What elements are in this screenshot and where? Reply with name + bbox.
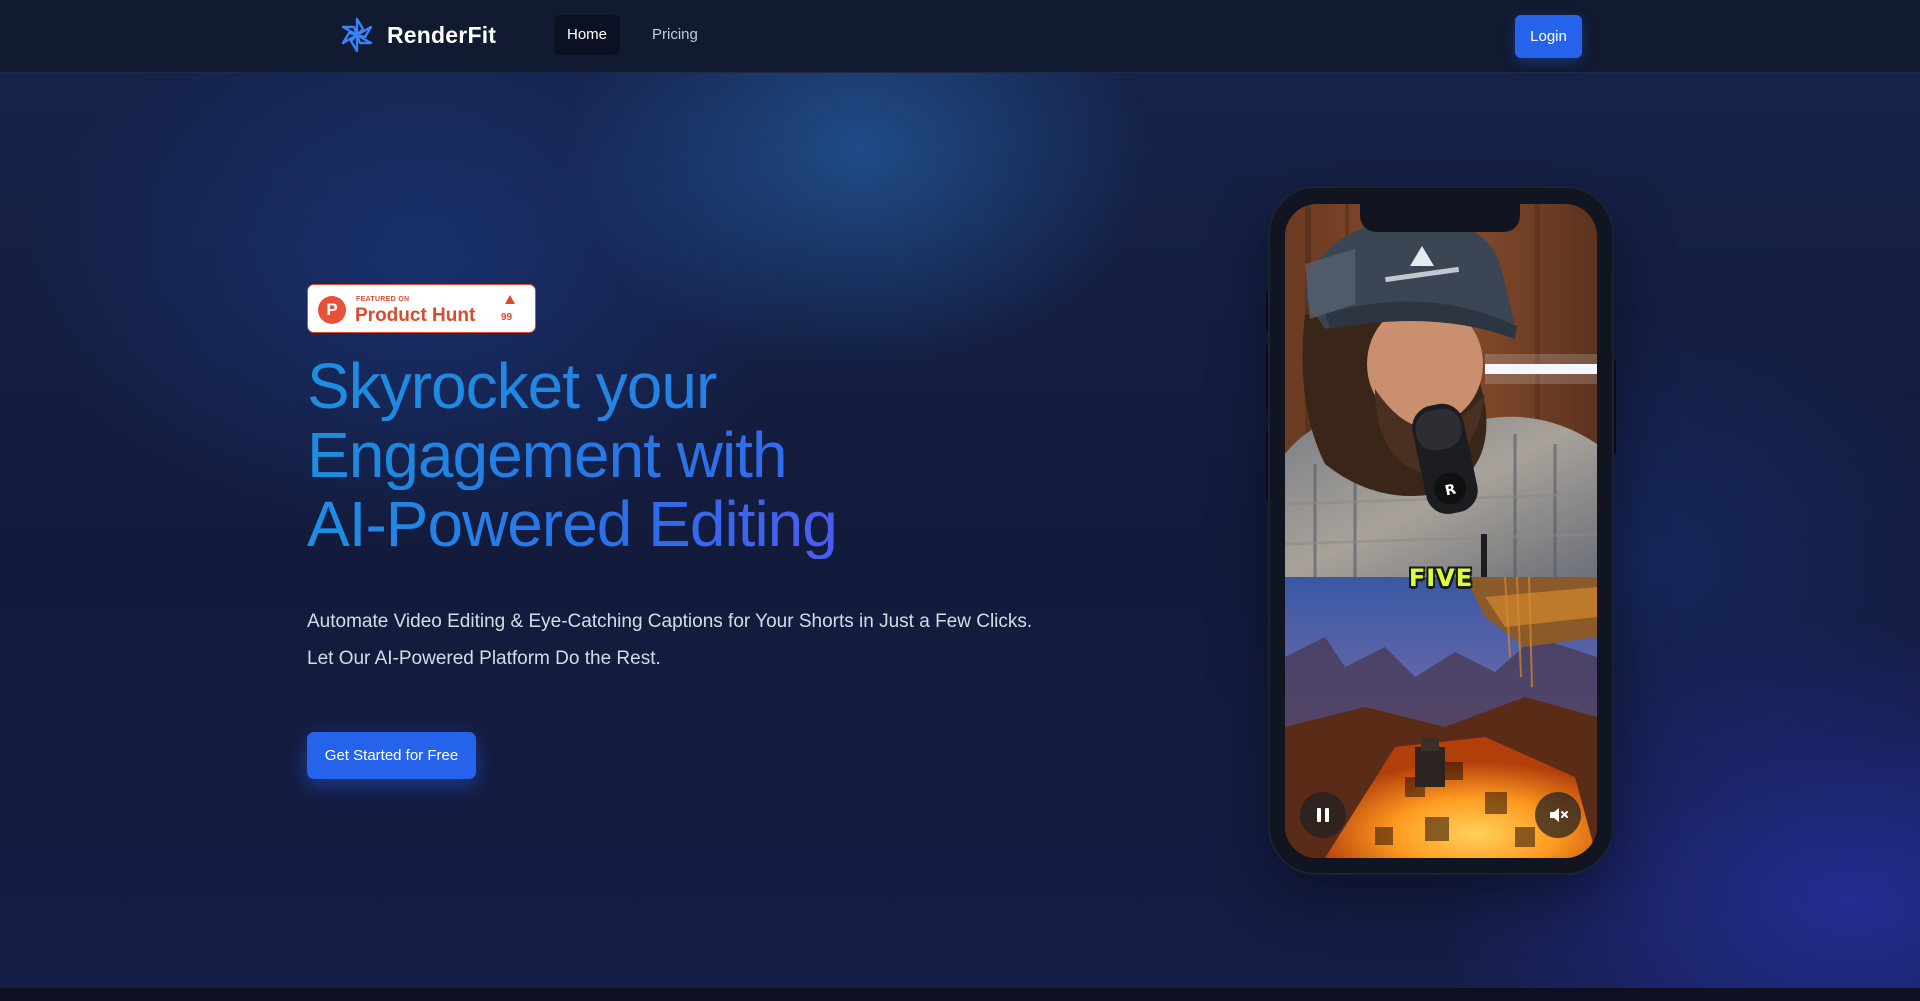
video-frame-speaker: R (1285, 204, 1597, 577)
hero-title-line-1: Skyrocket your (307, 352, 927, 421)
brand-name: RenderFit (387, 21, 497, 48)
upvote-arrow-icon (505, 295, 515, 304)
hero-title: Skyrocket your Engagement with AI-Powere… (307, 352, 927, 559)
login-button[interactable]: Login (1515, 15, 1582, 58)
pause-icon (1317, 808, 1329, 822)
nav-pricing-link[interactable]: Pricing (640, 15, 710, 55)
mute-icon (1550, 808, 1568, 822)
pause-button[interactable] (1300, 792, 1346, 838)
nav-home-link[interactable]: Home (554, 15, 620, 55)
brand[interactable]: RenderFit (337, 15, 496, 55)
hero-subtitle-line-2: Let Our AI-Powered Platform Do the Rest. (307, 648, 661, 669)
product-hunt-badge[interactable]: P FEATURED ON Product Hunt 99 (307, 284, 536, 333)
phone-notch (1360, 204, 1520, 232)
hero-subtitle: Automate Video Editing & Eye-Catching Ca… (307, 603, 1107, 677)
phone-power-button (1612, 360, 1616, 455)
product-hunt-featured-label: FEATURED ON (356, 296, 410, 303)
get-started-button[interactable]: Get Started for Free (307, 732, 476, 779)
hero-background (0, 0, 1920, 1001)
hero-subtitle-line-1: Automate Video Editing & Eye-Catching Ca… (307, 611, 1033, 632)
top-navbar: RenderFit Home Pricing Login (0, 0, 1920, 73)
hero-title-line-2: Engagement with (307, 421, 927, 490)
product-hunt-name: Product Hunt (355, 305, 476, 326)
phone-video-player[interactable]: R FIVE (1285, 204, 1597, 858)
product-hunt-logo-icon: P (318, 296, 346, 324)
product-hunt-upvote-count: 99 (501, 312, 513, 323)
video-caption-word: FIVE (1408, 564, 1474, 592)
hero-title-line-3: AI-Powered Editing (307, 490, 927, 559)
renderfit-logo-icon (341, 17, 373, 53)
footer-strip (0, 988, 1920, 1001)
mute-button[interactable] (1535, 792, 1581, 838)
